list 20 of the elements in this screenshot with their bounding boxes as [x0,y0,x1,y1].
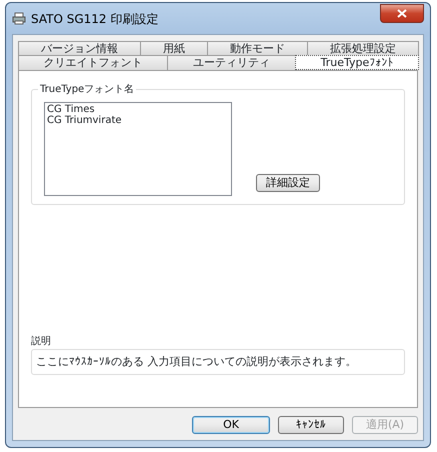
description-label: 説明 [31,334,52,348]
font-listbox[interactable]: CG Times CG Triumvirate [44,102,232,196]
group-label: TrueTypeフォント名 [38,82,136,97]
close-button[interactable] [380,4,424,23]
tab[interactable]: バージョン情報 [18,41,141,55]
list-item[interactable]: CG Times [47,104,229,115]
tab[interactable]: クリエイトフォント [18,55,168,70]
tab[interactable]: TrueTypeﾌｫﾝﾄ [294,55,419,70]
details-button[interactable]: 詳細設定 [256,174,320,192]
printer-icon [12,12,26,25]
close-icon [397,9,407,18]
tab[interactable]: 拡張処理設定 [307,41,419,55]
dialog-button[interactable]: OK [192,416,270,434]
window-title: SATO SG112 印刷設定 [31,10,158,28]
tab[interactable]: 用紙 [140,41,208,55]
tab[interactable]: ユーティリティ [167,55,296,70]
list-item[interactable]: CG Triumvirate [47,115,229,126]
dialog-button[interactable]: ｷｬﾝｾﾙ [278,416,344,434]
description-text: ここにﾏｳｽｶｰｿﾙのある 入力項目についての説明が表示されます。 [31,348,405,375]
tab[interactable]: 動作モード [207,41,308,55]
